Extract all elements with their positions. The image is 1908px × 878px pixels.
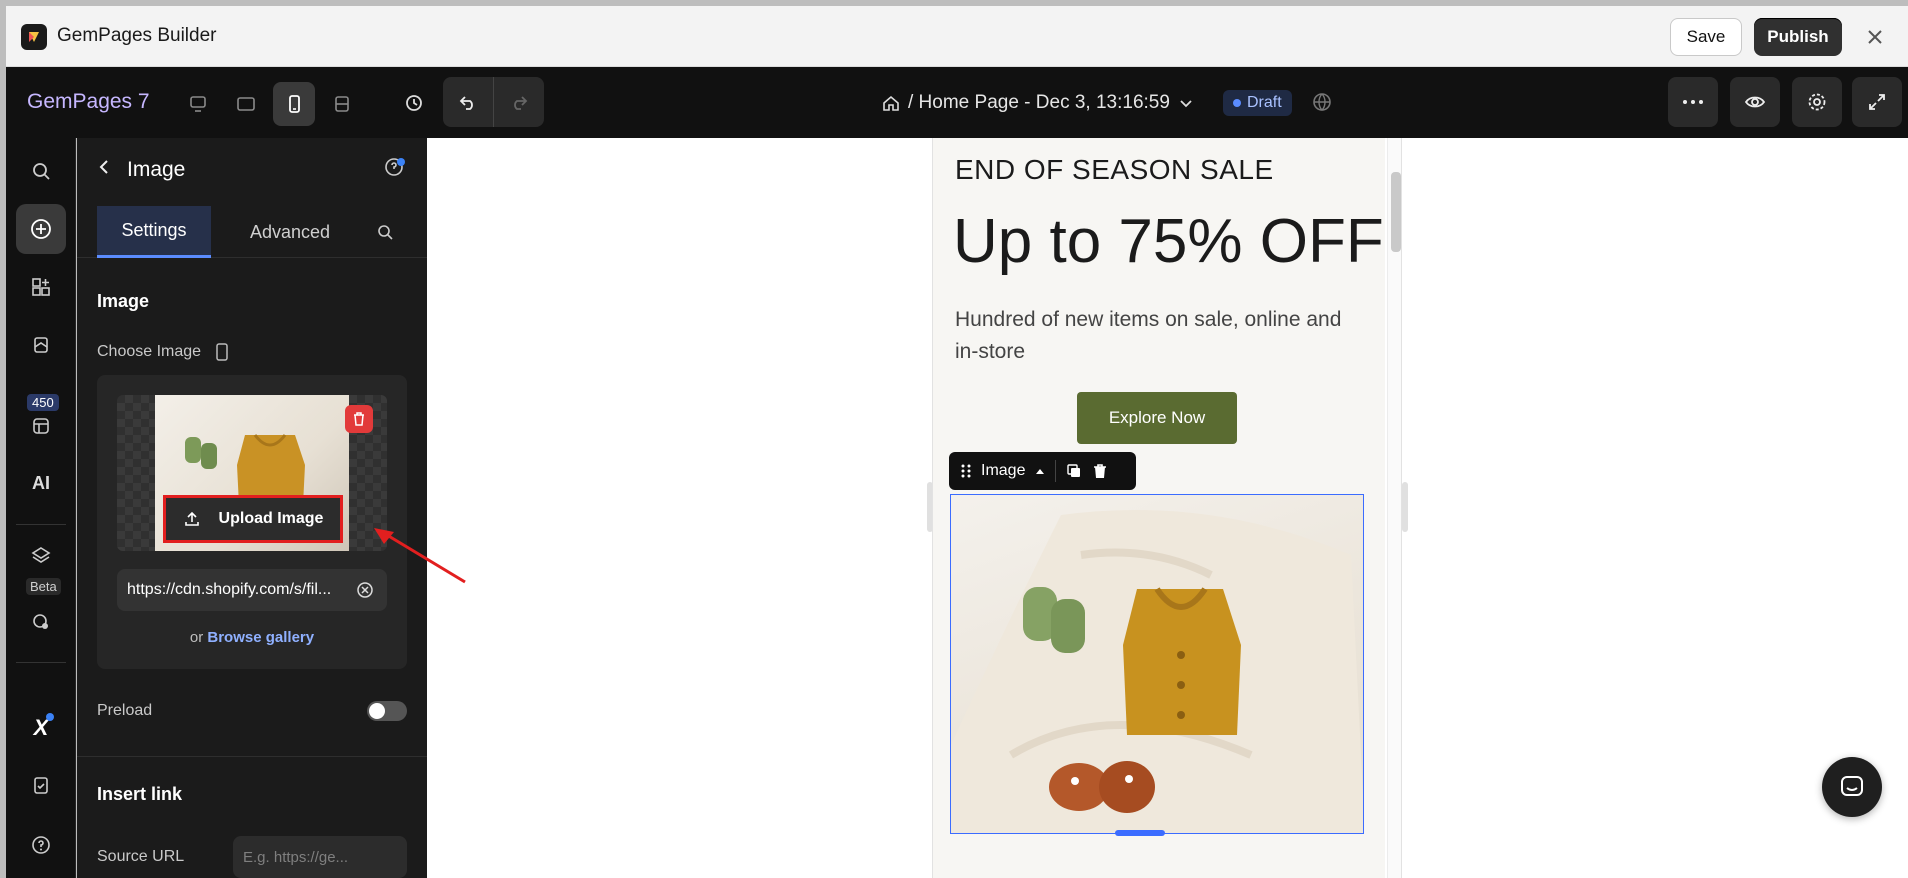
page-selector-label: / Home Page - Dec 3, 13:16:59 xyxy=(908,92,1170,113)
window-titlebar: GemPages Builder Save Publish xyxy=(6,6,1908,67)
or-text: or xyxy=(189,629,204,646)
subtext[interactable]: Hundred of new items on sale, online and… xyxy=(955,304,1365,368)
undo-icon[interactable] xyxy=(443,77,493,127)
preview-scroll-thumb[interactable] xyxy=(1391,172,1401,252)
image-url-value: https://cdn.shopify.com/s/fil... xyxy=(127,581,332,598)
undo-redo-group xyxy=(443,77,544,127)
tab-settings[interactable]: Settings xyxy=(97,206,211,258)
more-options-icon[interactable] xyxy=(1668,77,1718,127)
save-button[interactable]: Save xyxy=(1670,18,1742,56)
chevron-down-icon xyxy=(1180,100,1192,108)
explore-now-button[interactable]: Explore Now xyxy=(1077,392,1237,444)
integrations-x-icon[interactable]: X xyxy=(16,703,66,753)
search-icon[interactable] xyxy=(16,146,66,196)
app-title: GemPages Builder xyxy=(57,25,217,46)
section-title-image: Image xyxy=(97,291,150,311)
mobile-view-icon[interactable] xyxy=(273,82,315,126)
mobile-preview-frame: END OF SEASON SALE Up to 75% OFF Hundred… xyxy=(932,138,1402,878)
status-badge: Draft xyxy=(1223,90,1292,116)
brand-logo[interactable]: GemPages 7 xyxy=(27,90,150,114)
annotation-arrow xyxy=(374,528,466,584)
delete-icon[interactable] xyxy=(1092,463,1108,479)
element-toolbar: Image xyxy=(949,452,1136,490)
chat-support-icon[interactable] xyxy=(1822,757,1882,817)
mobile-device-icon xyxy=(216,343,228,361)
desktop-view-icon[interactable] xyxy=(177,82,219,126)
help-icon[interactable] xyxy=(16,820,66,870)
source-url-input[interactable]: E.g. https://ge... xyxy=(233,836,407,878)
upload-image-button[interactable]: Upload Image xyxy=(163,495,343,543)
home-icon xyxy=(883,95,899,111)
source-url-label: Source URL xyxy=(97,848,185,865)
notification-dot xyxy=(397,158,405,166)
add-element-icon[interactable] xyxy=(16,204,66,254)
hero-section[interactable]: END OF SEASON SALE Up to 75% OFF Hundred… xyxy=(933,138,1385,878)
close-icon[interactable] xyxy=(1858,20,1892,54)
left-rail: 450 AI Beta X xyxy=(6,138,76,878)
status-dot xyxy=(1233,99,1241,107)
headline-text[interactable]: Up to 75% OFF xyxy=(953,206,1384,277)
panel-header: Image xyxy=(77,138,427,196)
status-badge-label: Draft xyxy=(1247,94,1282,111)
editor-canvas: END OF SEASON SALE Up to 75% OFF Hundred… xyxy=(427,138,1908,878)
apps-icon[interactable] xyxy=(16,262,66,312)
image-preview[interactable]: Upload Image xyxy=(117,395,387,551)
eyebrow-text[interactable]: END OF SEASON SALE xyxy=(955,154,1274,186)
section-title-insert-link: Insert link xyxy=(97,784,183,804)
panel-title: Image xyxy=(127,158,186,181)
settings-gear-icon[interactable] xyxy=(1792,77,1842,127)
pages-icon[interactable] xyxy=(16,320,66,370)
product-image[interactable] xyxy=(950,494,1364,834)
tablet-view-icon[interactable] xyxy=(225,82,267,126)
caret-up-icon[interactable] xyxy=(1035,467,1045,475)
ai-icon[interactable]: AI xyxy=(16,458,66,508)
browse-gallery-line: or Browse gallery xyxy=(97,629,407,646)
redo-icon[interactable] xyxy=(494,77,544,127)
choose-image-label: Choose Image xyxy=(97,343,229,361)
image-resize-handle[interactable] xyxy=(1115,830,1165,836)
back-arrow-icon[interactable] xyxy=(93,156,115,178)
delete-image-icon[interactable] xyxy=(345,405,373,433)
browse-gallery-link[interactable]: Browse gallery xyxy=(207,629,314,646)
search-icon[interactable] xyxy=(376,223,394,246)
page-selector[interactable]: / Home Page - Dec 3, 13:16:59 xyxy=(882,89,1194,117)
image-picker-card: Upload Image https://cdn.shopify.com/s/f… xyxy=(97,375,407,669)
layers-icon[interactable] xyxy=(16,530,66,580)
fullscreen-icon[interactable] xyxy=(1852,77,1902,127)
preload-toggle[interactable] xyxy=(367,701,407,721)
drag-handle-icon[interactable] xyxy=(961,463,971,479)
element-type-label[interactable]: Image xyxy=(981,462,1025,480)
device-switcher xyxy=(175,81,363,127)
image-settings-panel: Image Settings Advanced Image Choose Ima… xyxy=(77,138,500,878)
choose-image-text: Choose Image xyxy=(97,343,202,360)
templates-icon[interactable] xyxy=(16,396,66,440)
image-url-field[interactable]: https://cdn.shopify.com/s/fil... xyxy=(117,569,387,611)
publish-button[interactable]: Publish xyxy=(1754,18,1842,56)
globe-icon[interactable] xyxy=(1311,91,1333,118)
gempages-logo-icon xyxy=(21,24,47,50)
full-width-view-icon[interactable] xyxy=(321,82,363,126)
theme-style-icon[interactable] xyxy=(16,590,66,640)
checklist-icon[interactable] xyxy=(16,760,66,810)
upload-image-label: Upload Image xyxy=(218,510,324,527)
builder-header: GemPages 7 / Home Page - Dec 3, 13:16:59 xyxy=(6,67,1908,138)
preview-eye-icon[interactable] xyxy=(1730,77,1780,127)
preview-scrollbar[interactable] xyxy=(1387,138,1401,878)
panel-tabs: Settings Advanced xyxy=(77,206,427,258)
tab-advanced[interactable]: Advanced xyxy=(229,206,351,258)
upload-icon xyxy=(184,511,199,526)
resize-handle-right[interactable] xyxy=(1402,482,1408,532)
preload-label: Preload xyxy=(97,702,153,719)
history-icon[interactable] xyxy=(392,81,436,125)
duplicate-icon[interactable] xyxy=(1066,463,1082,479)
toggle-knob xyxy=(369,703,385,719)
ai-label: AI xyxy=(32,472,50,493)
